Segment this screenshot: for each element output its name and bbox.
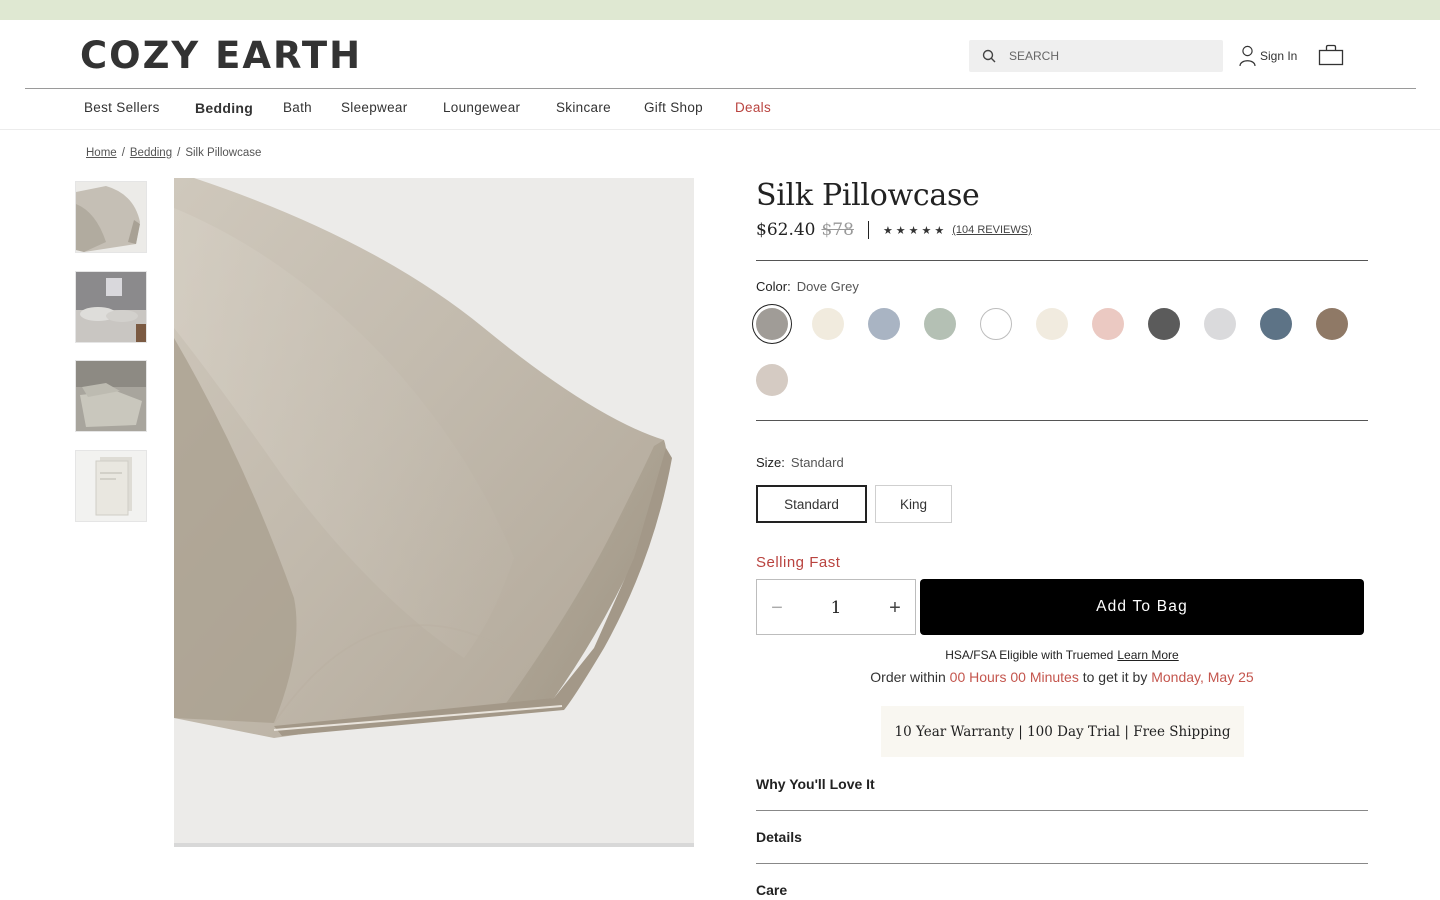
shopping-bag-icon[interactable] — [1318, 44, 1344, 66]
swatch-blush[interactable] — [1092, 308, 1124, 340]
folded-pillowcase-thumbnail-image — [76, 361, 146, 431]
swatch-charcoal[interactable] — [1148, 308, 1180, 340]
thumbnail-3[interactable] — [75, 360, 147, 432]
sign-in-label: Sign In — [1260, 49, 1298, 63]
bedroom-thumbnail-image — [76, 272, 146, 342]
swatch-sand[interactable] — [756, 364, 788, 396]
order-countdown: 00 Hours 00 Minutes — [949, 669, 1079, 685]
silk-pillowcase-image — [174, 178, 694, 844]
main-nav: Best Sellers Bedding Bath Sleepwear Loun… — [0, 89, 1440, 130]
nav-item-deals[interactable]: Deals — [735, 100, 771, 115]
nav-item-gift-shop[interactable]: Gift Shop — [644, 100, 703, 115]
divider — [756, 260, 1368, 261]
swatch-slate-blue[interactable] — [1260, 308, 1292, 340]
packaged-pillowcase-thumbnail-image — [76, 451, 146, 521]
pillowcase-thumbnail-image — [76, 182, 146, 252]
hsa-text: HSA/FSA Eligible with Truemed — [945, 648, 1114, 662]
nav-item-best-sellers[interactable]: Best Sellers — [84, 100, 160, 115]
swatch-dove-grey[interactable] — [756, 308, 788, 340]
star-rating-icon[interactable]: ★★★★★ — [883, 224, 947, 237]
reviews-link[interactable]: (104 REVIEWS) — [952, 224, 1031, 236]
color-option-label: Color: Dove Grey — [756, 279, 859, 294]
breadcrumb-bedding[interactable]: Bedding — [130, 147, 172, 159]
size-standard-button[interactable]: Standard — [756, 485, 867, 523]
selected-color-name: Dove Grey — [796, 279, 859, 294]
breadcrumb: Home / Bedding / Silk Pillowcase — [86, 147, 261, 159]
product-title: Silk Pillowcase — [756, 178, 980, 213]
brand-logo[interactable]: COZY EARTH — [80, 37, 362, 75]
thumbnail-4[interactable] — [75, 450, 147, 522]
divider — [756, 863, 1368, 864]
quantity-increase-button[interactable]: + — [883, 596, 907, 620]
nav-item-bath[interactable]: Bath — [283, 100, 312, 115]
size-label: Size: — [756, 455, 785, 470]
promo-bar — [0, 0, 1440, 20]
breadcrumb-current: Silk Pillowcase — [185, 147, 262, 159]
accordion-label: Care — [756, 882, 788, 898]
swatch-white[interactable] — [980, 308, 1012, 340]
nav-item-bedding[interactable]: Bedding — [195, 100, 253, 116]
sign-in-link[interactable]: Sign In — [1239, 44, 1297, 68]
delivery-estimate: Order within 00 Hours 00 Minutes to get … — [756, 669, 1368, 685]
swatch-sage[interactable] — [924, 308, 956, 340]
accordion-care[interactable]: Care — [756, 882, 1368, 900]
site-header: COZY EARTH Sign In — [0, 20, 1440, 88]
selling-fast-badge: Selling Fast — [756, 554, 841, 571]
add-to-bag-button[interactable]: Add To Bag — [920, 579, 1364, 635]
color-label: Color: — [756, 279, 791, 294]
search-icon[interactable] — [982, 49, 996, 63]
nav-item-loungewear[interactable]: Loungewear — [443, 100, 520, 115]
order-within-prefix: Order within — [870, 669, 946, 685]
user-icon — [1239, 45, 1256, 67]
compare-at-price: $78 — [821, 220, 854, 240]
selected-size-name: Standard — [790, 455, 844, 470]
swatch-cream[interactable] — [812, 308, 844, 340]
search-input[interactable] — [1009, 46, 1209, 66]
hsa-eligibility: HSA/FSA Eligible with Truemed Learn More — [756, 648, 1368, 662]
thumbnail-1[interactable] — [75, 181, 147, 253]
size-option-label: Size: Standard — [756, 455, 844, 470]
swatch-ivory[interactable] — [1036, 308, 1068, 340]
delivery-date: Monday, May 25 — [1151, 669, 1254, 685]
price-divider — [867, 221, 869, 239]
nav-item-sleepwear[interactable]: Sleepwear — [341, 100, 408, 115]
price-row: $62.40 $78 ★★★★★ (104 REVIEWS) — [756, 218, 1032, 242]
accordion-label: Details — [756, 829, 802, 845]
divider — [756, 420, 1368, 421]
warranty-banner: 10 Year Warranty | 100 Day Trial | Free … — [881, 706, 1244, 757]
accordion-details[interactable]: Details — [756, 829, 1368, 882]
quantity-input[interactable] — [807, 596, 865, 620]
swatch-light-blue[interactable] — [868, 308, 900, 340]
quantity-decrease-button[interactable]: − — [765, 596, 789, 620]
search-box[interactable] — [969, 40, 1223, 72]
sale-price: $62.40 — [756, 220, 816, 240]
swatch-taupe[interactable] — [1316, 308, 1348, 340]
order-within-middle: to get it by — [1082, 669, 1148, 685]
accordion-why-youll-love-it[interactable]: Why You'll Love It — [756, 776, 1368, 829]
main-product-image[interactable] — [174, 178, 694, 844]
image-gallery-scrollbar[interactable] — [174, 843, 694, 847]
swatch-light-grey[interactable] — [1204, 308, 1236, 340]
divider — [756, 810, 1368, 811]
breadcrumb-separator: / — [177, 147, 181, 159]
breadcrumb-separator: / — [121, 147, 125, 159]
accordion-label: Why You'll Love It — [756, 776, 875, 792]
learn-more-link[interactable]: Learn More — [1117, 648, 1178, 662]
breadcrumb-home[interactable]: Home — [86, 147, 117, 159]
nav-item-skincare[interactable]: Skincare — [556, 100, 611, 115]
quantity-stepper: − + — [756, 579, 916, 635]
size-king-button[interactable]: King — [875, 485, 952, 523]
thumbnail-2[interactable] — [75, 271, 147, 343]
